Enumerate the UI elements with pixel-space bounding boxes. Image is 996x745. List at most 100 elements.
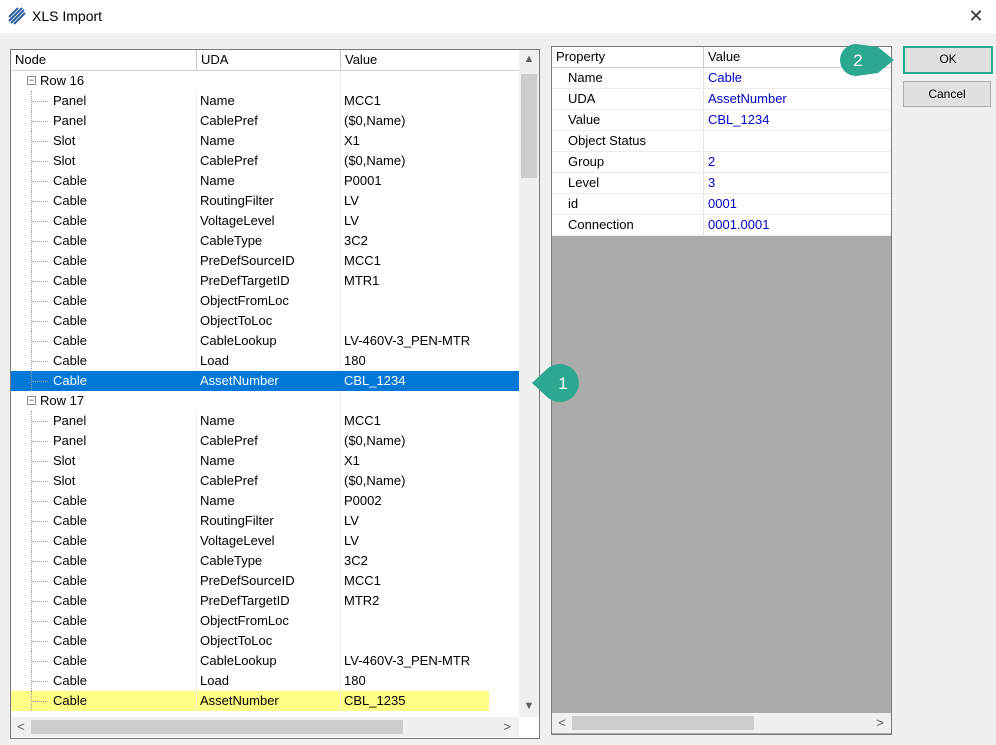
table-row[interactable]: Panel Name MCC1 — [11, 91, 519, 111]
table-row[interactable]: Cable AssetNumber CBL_1234 — [11, 371, 519, 391]
table-row[interactable]: Cable PreDefTargetID MTR1 — [11, 271, 519, 291]
callout-2-label: 2 — [853, 51, 862, 70]
table-row[interactable]: Slot Name X1 — [11, 131, 519, 151]
node-cell: Panel — [11, 111, 197, 131]
table-row[interactable]: Panel CablePref ($0,Name) — [11, 111, 519, 131]
node-label: Slot — [53, 133, 76, 148]
node-cell: Cable — [11, 651, 197, 671]
table-row[interactable]: Cable ObjectFromLoc — [11, 611, 519, 631]
table-row[interactable]: Cable Name P0002 — [11, 491, 519, 511]
table-row[interactable]: Cable VoltageLevel LV — [11, 211, 519, 231]
collapse-icon[interactable]: − — [27, 76, 36, 85]
property-horizontal-scrollbar[interactable]: < > — [552, 713, 891, 733]
table-row[interactable]: Cable ObjectToLoc — [11, 311, 519, 331]
node-label: Cable — [53, 533, 87, 548]
tree-connector — [31, 131, 50, 151]
node-label: Panel — [53, 413, 87, 428]
title-bar: XLS Import ✕ — [0, 0, 996, 33]
table-row[interactable]: Cable Load 180 — [11, 671, 519, 691]
property-scroll-thumb[interactable] — [572, 716, 754, 730]
property-row[interactable]: id 0001 — [552, 194, 891, 215]
tree-connector — [31, 611, 50, 631]
tree-connector — [31, 291, 50, 311]
table-row[interactable]: Cable CableLookup LV-460V-3_PEN-MTR — [11, 331, 519, 351]
tree-connector — [31, 551, 50, 571]
table-row[interactable]: Cable PreDefTargetID MTR2 — [11, 591, 519, 611]
property-row[interactable]: Value CBL_1234 — [552, 110, 891, 131]
value-cell: X1 — [344, 453, 360, 468]
scroll-right-icon[interactable]: > — [497, 719, 517, 734]
table-row[interactable]: Cable VoltageLevel LV — [11, 531, 519, 551]
table-row[interactable]: Slot CablePref ($0,Name) — [11, 151, 519, 171]
grid-header: Node UDA Value — [11, 50, 519, 71]
group-row[interactable]: − Row 16 — [11, 71, 519, 91]
scroll-right-icon[interactable]: > — [870, 715, 890, 730]
value-cell: MTR2 — [344, 593, 380, 608]
node-label: Cable — [53, 313, 87, 328]
close-button[interactable]: ✕ — [962, 4, 990, 28]
ok-button[interactable]: OK — [903, 46, 993, 74]
group-value-cell — [341, 391, 519, 411]
value-cell: 3C2 — [344, 233, 368, 248]
property-row[interactable]: Level 3 — [552, 173, 891, 194]
table-row[interactable]: Cable AssetNumber CBL_1235 — [11, 691, 519, 711]
tree-connector — [31, 231, 50, 251]
node-cell: Cable — [11, 211, 197, 231]
node-cell: Slot — [11, 451, 197, 471]
scroll-down-icon[interactable]: ▼ — [519, 700, 539, 712]
table-row[interactable]: Cable CableType 3C2 — [11, 551, 519, 571]
tree-connector — [31, 471, 50, 491]
collapse-icon[interactable]: − — [27, 396, 36, 405]
property-value: AssetNumber — [708, 91, 787, 106]
uda-cell: PreDefSourceID — [197, 571, 341, 591]
property-row[interactable]: Connection 0001.0001 — [552, 215, 891, 236]
property-name: Name — [552, 68, 704, 88]
property-panel[interactable]: Property Value Name Cable UDA AssetNumber Va… — [551, 46, 892, 735]
table-row[interactable]: Cable PreDefSourceID MCC1 — [11, 251, 519, 271]
scroll-left-icon[interactable]: < — [552, 715, 572, 730]
column-header-value[interactable]: Value — [341, 50, 519, 70]
property-row[interactable]: Object Status — [552, 131, 891, 152]
cancel-button[interactable]: Cancel — [903, 81, 991, 107]
table-row[interactable]: Cable RoutingFilter LV — [11, 191, 519, 211]
window-title: XLS Import — [32, 8, 103, 24]
table-row[interactable]: Panel CablePref ($0,Name) — [11, 431, 519, 451]
column-header-property[interactable]: Property — [552, 47, 704, 67]
table-row[interactable]: Cable ObjectFromLoc — [11, 291, 519, 311]
ok-button-label: OK — [939, 52, 957, 66]
column-header-property-value[interactable]: Value — [704, 47, 740, 67]
horizontal-scrollbar[interactable]: < > — [11, 717, 519, 737]
vertical-scroll-thumb[interactable] — [521, 74, 537, 178]
table-row[interactable]: Cable CableLookup LV-460V-3_PEN-MTR — [11, 651, 519, 671]
value-cell: ($0,Name) — [344, 473, 406, 488]
property-row[interactable]: Group 2 — [552, 152, 891, 173]
uda-cell: Name — [197, 171, 341, 191]
horizontal-scroll-thumb[interactable] — [31, 720, 403, 734]
tree-connector — [31, 651, 50, 671]
import-grid[interactable]: Node UDA Value − Row 16 Panel Name MCC1 Panel… — [10, 49, 540, 739]
scroll-up-icon[interactable]: ▲ — [519, 53, 539, 65]
column-header-node[interactable]: Node — [11, 50, 197, 70]
uda-cell: Name — [197, 411, 341, 431]
value-cell: MCC1 — [344, 93, 381, 108]
tree-connector — [31, 531, 50, 551]
table-row[interactable]: Slot CablePref ($0,Name) — [11, 471, 519, 491]
table-row[interactable]: Cable PreDefSourceID MCC1 — [11, 571, 519, 591]
group-row[interactable]: − Row 17 — [11, 391, 519, 411]
table-row[interactable]: Cable Load 180 — [11, 351, 519, 371]
node-label: Slot — [53, 473, 76, 488]
node-label: Cable — [53, 293, 87, 308]
node-label: Panel — [53, 93, 87, 108]
table-row[interactable]: Cable CableType 3C2 — [11, 231, 519, 251]
table-row[interactable]: Panel Name MCC1 — [11, 411, 519, 431]
value-cell: MTR1 — [344, 273, 380, 288]
property-value: 2 — [708, 154, 716, 169]
uda-cell: ObjectFromLoc — [197, 291, 341, 311]
table-row[interactable]: Slot Name X1 — [11, 451, 519, 471]
table-row[interactable]: Cable Name P0001 — [11, 171, 519, 191]
table-row[interactable]: Cable RoutingFilter LV — [11, 511, 519, 531]
column-header-uda[interactable]: UDA — [197, 50, 341, 70]
property-row[interactable]: UDA AssetNumber — [552, 89, 891, 110]
table-row[interactable]: Cable ObjectToLoc — [11, 631, 519, 651]
scroll-left-icon[interactable]: < — [11, 719, 31, 734]
